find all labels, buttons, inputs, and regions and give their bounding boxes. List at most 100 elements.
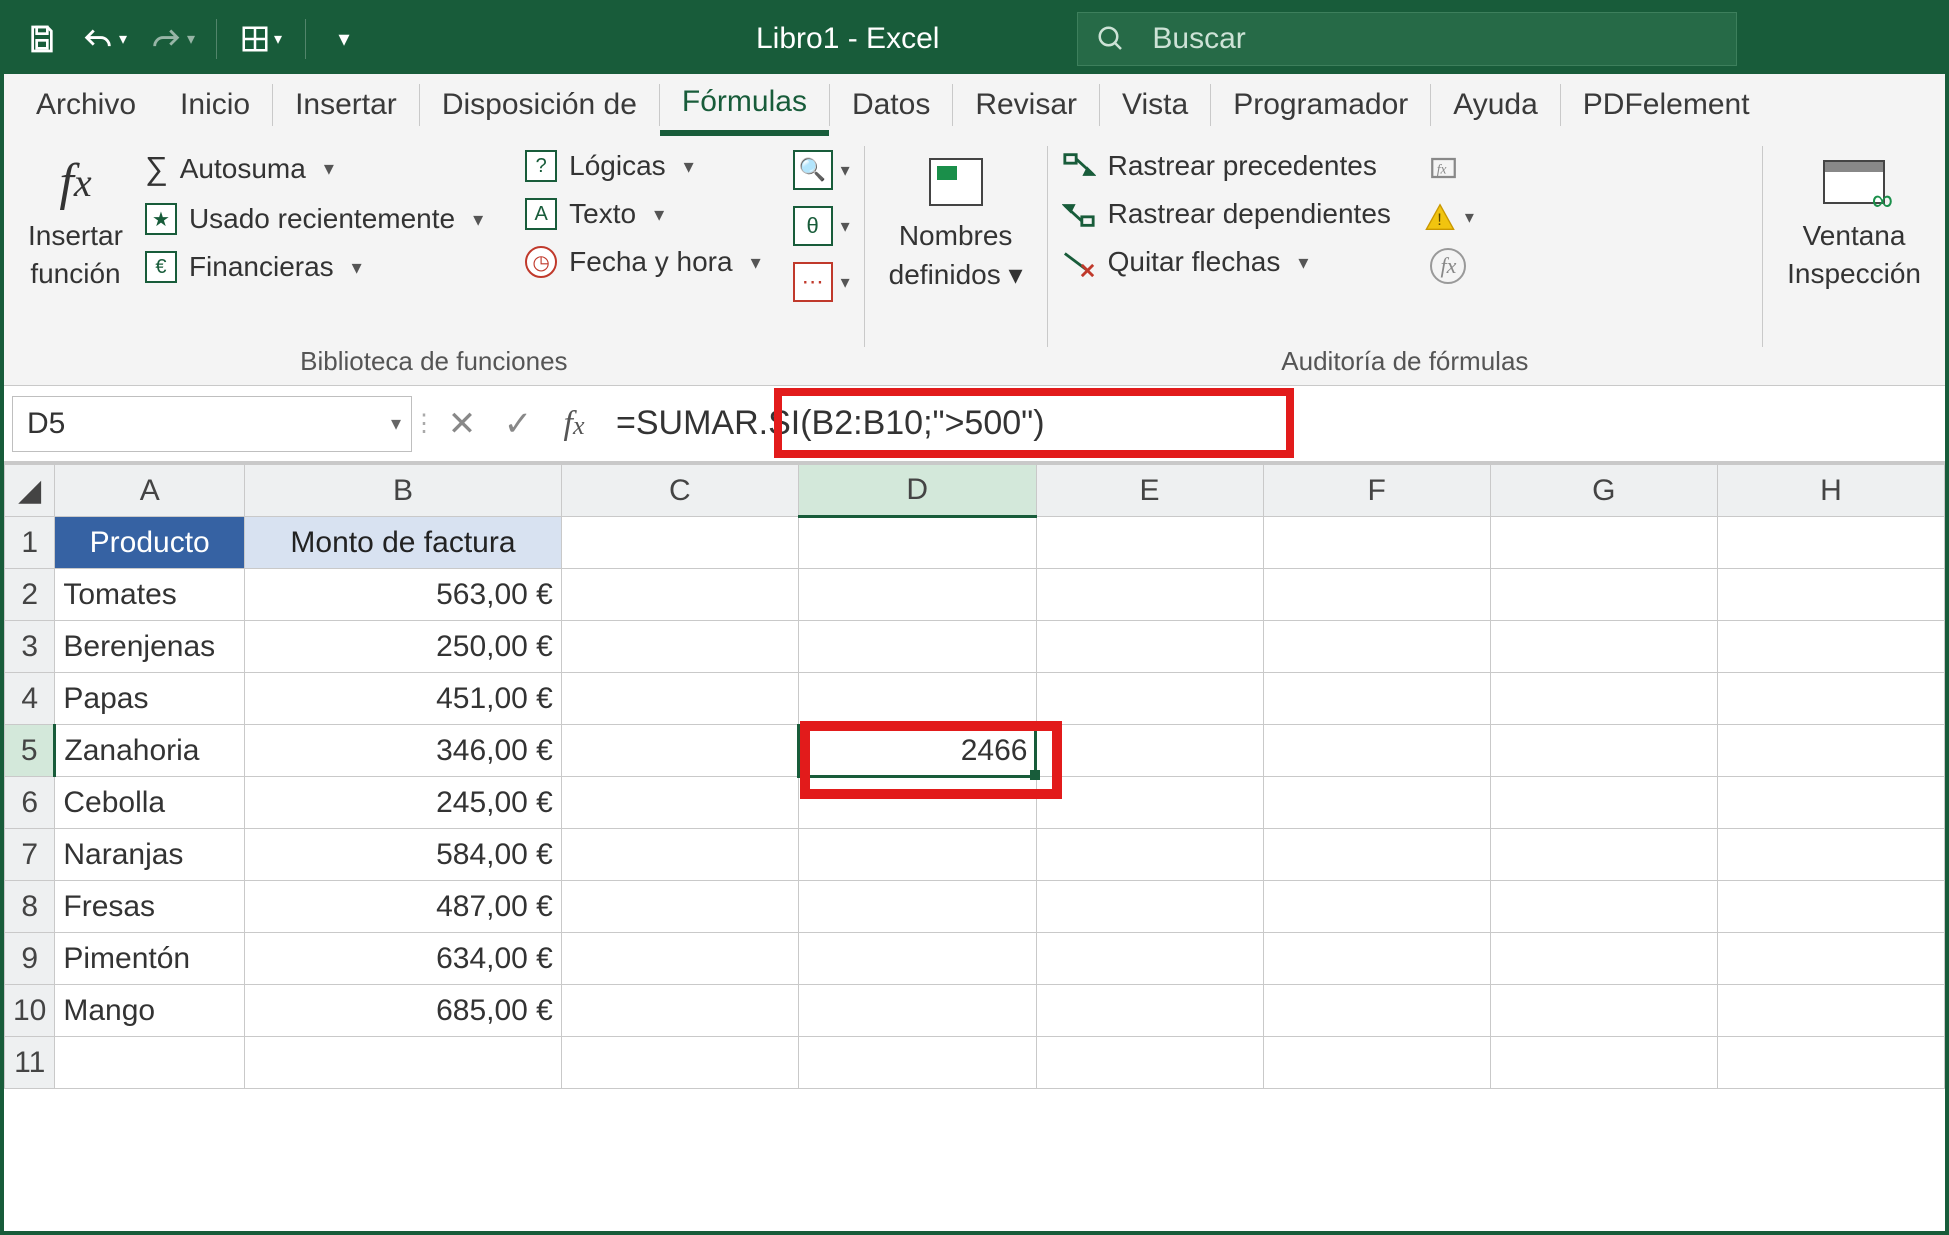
cell[interactable] xyxy=(1490,621,1717,673)
cell[interactable] xyxy=(1263,985,1490,1037)
rastrear-precedentes-button[interactable]: Rastrear precedentes xyxy=(1062,150,1391,182)
quitar-flechas-button[interactable]: Quitar flechas ▾ xyxy=(1062,246,1391,278)
cell[interactable] xyxy=(1263,829,1490,881)
customize-qat-button[interactable]: ▾ xyxy=(320,15,368,63)
cell[interactable]: 584,00 € xyxy=(245,829,562,881)
cell[interactable] xyxy=(1717,985,1944,1037)
tab-vista[interactable]: Vista xyxy=(1100,74,1210,136)
row-header[interactable]: 1 xyxy=(5,517,55,569)
tab-inicio[interactable]: Inicio xyxy=(158,74,272,136)
cell[interactable] xyxy=(798,517,1036,569)
cell[interactable] xyxy=(55,1037,245,1089)
fx-icon[interactable]: fx xyxy=(546,405,602,443)
cell[interactable] xyxy=(1263,621,1490,673)
cell[interactable] xyxy=(561,621,798,673)
fecha-hora-button[interactable]: ◷ Fecha y hora ▾ xyxy=(525,246,760,278)
cell[interactable] xyxy=(561,985,798,1037)
row-header[interactable]: 10 xyxy=(5,985,55,1037)
cell[interactable] xyxy=(1036,829,1263,881)
tab-ayuda[interactable]: Ayuda xyxy=(1431,74,1560,136)
grid-button[interactable]: ▾ xyxy=(231,15,291,63)
tab-disposicion[interactable]: Disposición de xyxy=(420,74,659,136)
logicas-button[interactable]: ? Lógicas ▾ xyxy=(525,150,760,182)
cell[interactable] xyxy=(561,673,798,725)
cell[interactable]: Fresas xyxy=(55,881,245,933)
cell[interactable] xyxy=(1036,933,1263,985)
cell[interactable] xyxy=(798,829,1036,881)
cell[interactable]: 346,00 € xyxy=(245,725,562,777)
cell[interactable] xyxy=(1717,673,1944,725)
cell[interactable] xyxy=(1036,985,1263,1037)
chevron-down-icon[interactable]: ▾ xyxy=(391,411,401,436)
col-header-H[interactable]: H xyxy=(1717,465,1944,517)
tab-revisar[interactable]: Revisar xyxy=(953,74,1099,136)
cell[interactable] xyxy=(561,829,798,881)
cell[interactable] xyxy=(1263,777,1490,829)
col-header-D[interactable]: D xyxy=(798,465,1036,517)
cell[interactable] xyxy=(1717,881,1944,933)
cell[interactable]: Berenjenas xyxy=(55,621,245,673)
tab-insertar[interactable]: Insertar xyxy=(273,74,419,136)
cell[interactable] xyxy=(1036,725,1263,777)
cell[interactable]: 563,00 € xyxy=(245,569,562,621)
cell[interactable] xyxy=(1263,881,1490,933)
cell[interactable] xyxy=(1036,673,1263,725)
cancel-formula-button[interactable]: ✕ xyxy=(434,404,490,444)
ventana-inspeccion-button[interactable]: Ventana Inspección xyxy=(1777,144,1931,296)
cell[interactable]: Mango xyxy=(55,985,245,1037)
spreadsheet[interactable]: ◢ A B C D E F G H 1ProductoMonto de fact… xyxy=(4,464,1945,1089)
cell[interactable] xyxy=(798,881,1036,933)
col-header-A[interactable]: A xyxy=(55,465,245,517)
cell[interactable]: 250,00 € xyxy=(245,621,562,673)
row-header[interactable]: 5 xyxy=(5,725,55,777)
row-header[interactable]: 6 xyxy=(5,777,55,829)
cell[interactable] xyxy=(1717,569,1944,621)
cell[interactable] xyxy=(1717,725,1944,777)
cell[interactable]: Naranjas xyxy=(55,829,245,881)
col-header-B[interactable]: B xyxy=(245,465,562,517)
cell[interactable] xyxy=(561,777,798,829)
cell[interactable] xyxy=(1717,517,1944,569)
grid[interactable]: ◢ A B C D E F G H 1ProductoMonto de fact… xyxy=(4,464,1945,1089)
cell[interactable] xyxy=(1490,673,1717,725)
row-header[interactable]: 7 xyxy=(5,829,55,881)
cell[interactable] xyxy=(1717,1037,1944,1089)
cell[interactable] xyxy=(798,777,1036,829)
cell[interactable] xyxy=(1263,673,1490,725)
accept-formula-button[interactable]: ✓ xyxy=(490,404,546,444)
row-header[interactable]: 9 xyxy=(5,933,55,985)
tab-datos[interactable]: Datos xyxy=(830,74,952,136)
cell[interactable] xyxy=(1490,725,1717,777)
formula-input[interactable]: =SUMAR.SI(B2:B10;">500") xyxy=(602,396,1945,452)
cell[interactable] xyxy=(1490,933,1717,985)
name-box[interactable]: D5 ▾ xyxy=(12,396,412,452)
cell-B1[interactable]: Monto de factura xyxy=(245,517,562,569)
cell[interactable] xyxy=(1490,829,1717,881)
nombres-definidos-button[interactable]: Nombres definidos ▾ xyxy=(879,144,1033,297)
cell[interactable] xyxy=(1263,725,1490,777)
cell[interactable]: 245,00 € xyxy=(245,777,562,829)
cell[interactable] xyxy=(245,1037,562,1089)
save-icon[interactable] xyxy=(18,15,66,63)
lookup-button[interactable]: 🔍▾ xyxy=(793,150,850,190)
cell[interactable] xyxy=(1490,881,1717,933)
financieras-button[interactable]: € Financieras ▾ xyxy=(145,251,483,283)
tab-formulas[interactable]: Fórmulas xyxy=(660,74,829,136)
insert-function-button[interactable]: fx Insertar función xyxy=(18,144,133,296)
cell[interactable] xyxy=(1490,517,1717,569)
row-header[interactable]: 11 xyxy=(5,1037,55,1089)
cell[interactable] xyxy=(1490,985,1717,1037)
cell[interactable]: 451,00 € xyxy=(245,673,562,725)
cell[interactable] xyxy=(1036,569,1263,621)
cell[interactable]: Pimentón xyxy=(55,933,245,985)
cell[interactable] xyxy=(1036,777,1263,829)
cell[interactable] xyxy=(1263,1037,1490,1089)
evaluate-formula-button[interactable]: fx xyxy=(1430,248,1466,284)
undo-button[interactable]: ▾ xyxy=(74,15,134,63)
cell[interactable]: Cebolla xyxy=(55,777,245,829)
cell[interactable] xyxy=(1036,621,1263,673)
cell[interactable]: 487,00 € xyxy=(245,881,562,933)
cell[interactable] xyxy=(1263,517,1490,569)
cell[interactable] xyxy=(1490,569,1717,621)
cell[interactable] xyxy=(1263,569,1490,621)
